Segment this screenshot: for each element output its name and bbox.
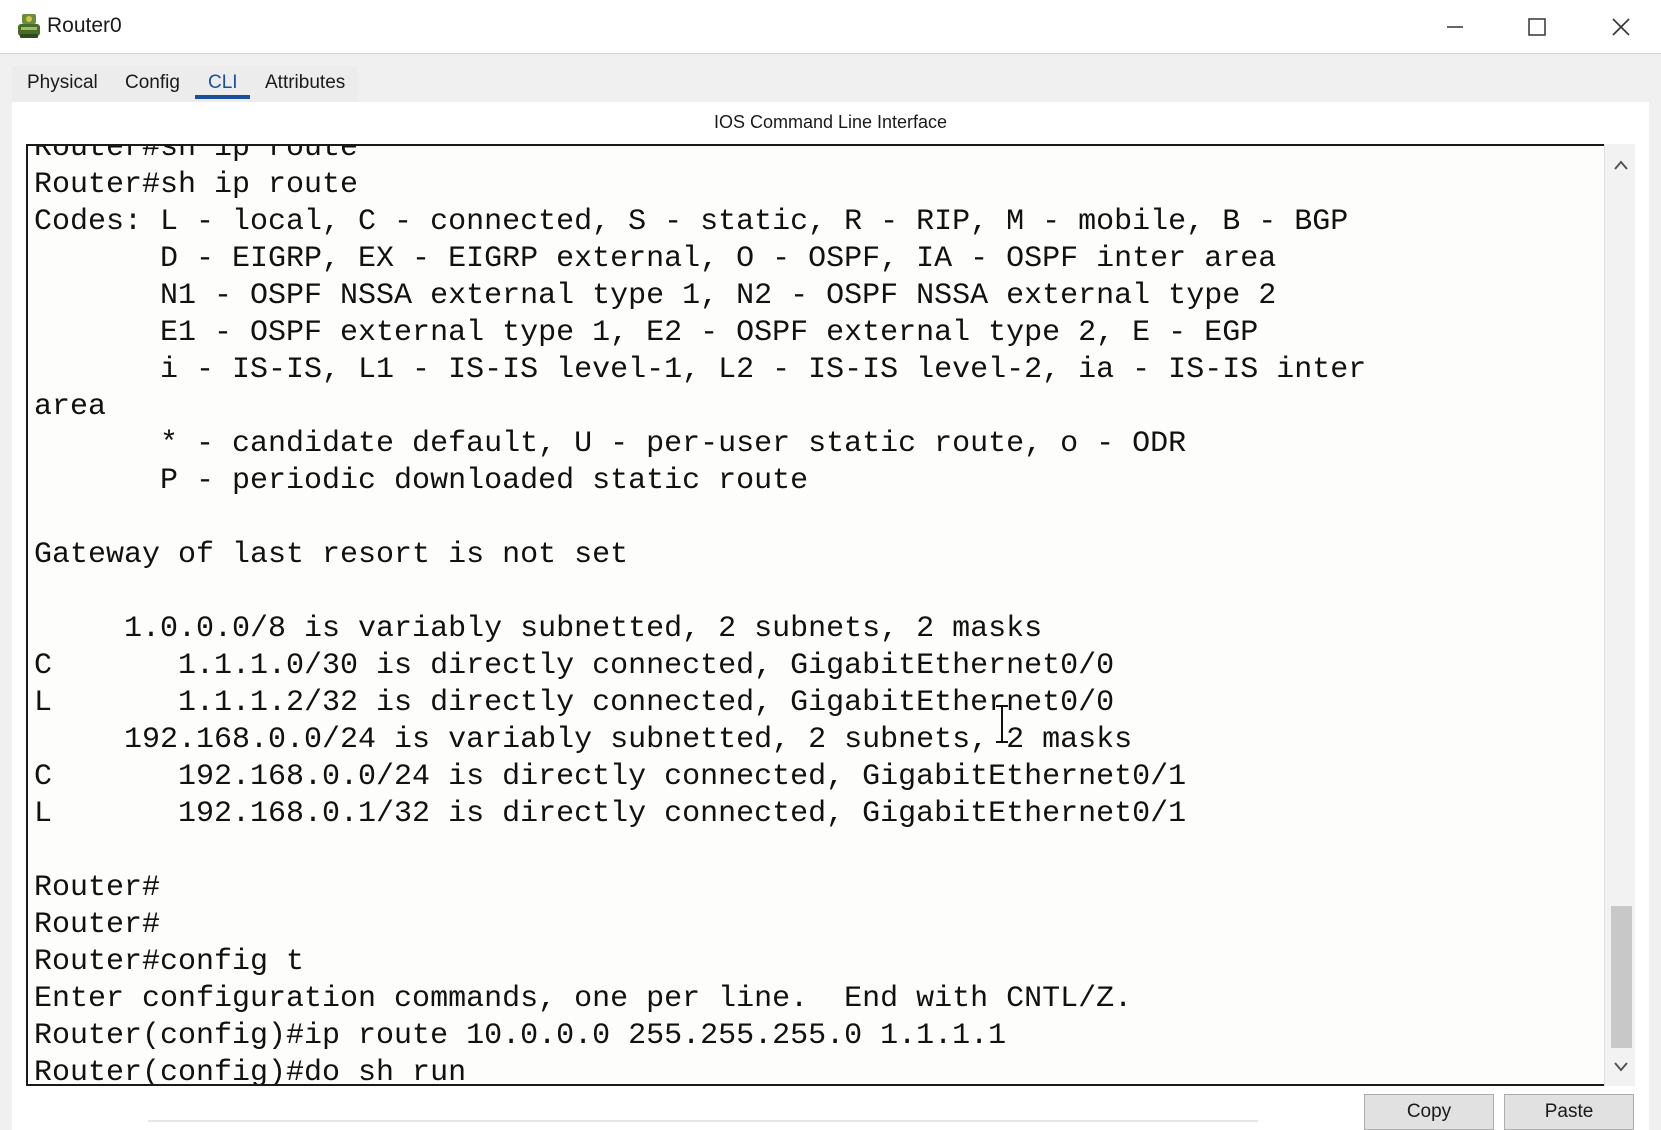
copy-button[interactable]: Copy <box>1364 1094 1494 1130</box>
terminal-line: P - periodic downloaded static route <box>34 464 809 498</box>
close-icon <box>1612 18 1630 36</box>
terminal-line: Router#sh ip route <box>34 144 359 165</box>
router-app-icon <box>16 12 42 40</box>
router-window: Router0 Physical Config CLI Attributes I… <box>0 0 1661 1130</box>
maximize-icon <box>1528 18 1546 36</box>
terminal-line: 192.168.0.0/24 is variably subnetted, 2 … <box>34 723 1133 757</box>
terminal-line: C 192.168.0.0/24 is directly connected, … <box>34 760 1187 794</box>
close-button[interactable] <box>1581 0 1661 54</box>
scroll-up-button[interactable] <box>1605 150 1636 180</box>
terminal-line: * - candidate default, U - per-user stat… <box>34 427 1187 461</box>
scroll-down-button[interactable] <box>1605 1052 1636 1082</box>
terminal-line: Router#sh ip route <box>34 168 359 202</box>
chevron-down-icon <box>1613 1062 1628 1072</box>
window-title: Router0 <box>47 14 122 37</box>
terminal-line: D - EIGRP, EX - EIGRP external, O - OSPF… <box>34 242 1277 276</box>
terminal-line: area <box>34 390 107 424</box>
terminal-line: E1 - OSPF external type 1, E2 - OSPF ext… <box>34 316 1259 350</box>
chevron-up-icon <box>1613 160 1628 170</box>
terminal-line: 1.0.0.0/8 is variably subnetted, 2 subne… <box>34 612 1043 646</box>
tab-physical[interactable]: Physical <box>27 72 98 100</box>
active-tab-indicator <box>195 95 250 99</box>
terminal-line: Router# <box>34 908 161 942</box>
terminal-line: Router(config)#ip route 10.0.0.0 255.255… <box>34 1019 1007 1053</box>
scroll-thumb[interactable] <box>1611 906 1632 1048</box>
terminal-line: Enter configuration commands, one per li… <box>34 982 1133 1016</box>
maximize-button[interactable] <box>1497 0 1577 54</box>
tab-config[interactable]: Config <box>125 72 180 100</box>
cli-heading: IOS Command Line Interface <box>713 112 948 132</box>
paste-button[interactable]: Paste <box>1504 1094 1634 1130</box>
terminal-line: i - IS-IS, L1 - IS-IS level-1, L2 - IS-I… <box>34 353 1367 387</box>
terminal-line: Gateway of last resort is not set <box>34 538 629 572</box>
divider <box>148 1120 1258 1122</box>
cli-terminal[interactable]: Router#sh ip route Router#sh ip route Code… <box>26 144 1635 1086</box>
minimize-icon <box>1447 26 1463 28</box>
terminal-line: L 1.1.1.2/32 is directly connected, Giga… <box>34 686 1115 720</box>
title-bar[interactable]: Router0 <box>0 0 1661 54</box>
terminal-line: Codes: L - local, C - connected, S - sta… <box>34 205 1349 239</box>
minimize-button[interactable] <box>1415 0 1495 54</box>
terminal-line: L 192.168.0.1/32 is directly connected, … <box>34 797 1187 831</box>
terminal-line: C 1.1.1.0/30 is directly connected, Giga… <box>34 649 1115 683</box>
terminal-line: N1 - OSPF NSSA external type 1, N2 - OSP… <box>34 279 1277 313</box>
text-cursor-icon <box>996 705 1008 743</box>
tab-attributes[interactable]: Attributes <box>265 72 345 100</box>
terminal-line: Router# <box>34 871 161 905</box>
terminal-scrollbar[interactable] <box>1604 144 1635 1086</box>
terminal-line: Router#config t <box>34 945 305 979</box>
terminal-line: Router(config)#do sh run <box>34 1056 467 1086</box>
terminal-output: Router#sh ip route Router#sh ip route Code… <box>34 144 1594 1086</box>
